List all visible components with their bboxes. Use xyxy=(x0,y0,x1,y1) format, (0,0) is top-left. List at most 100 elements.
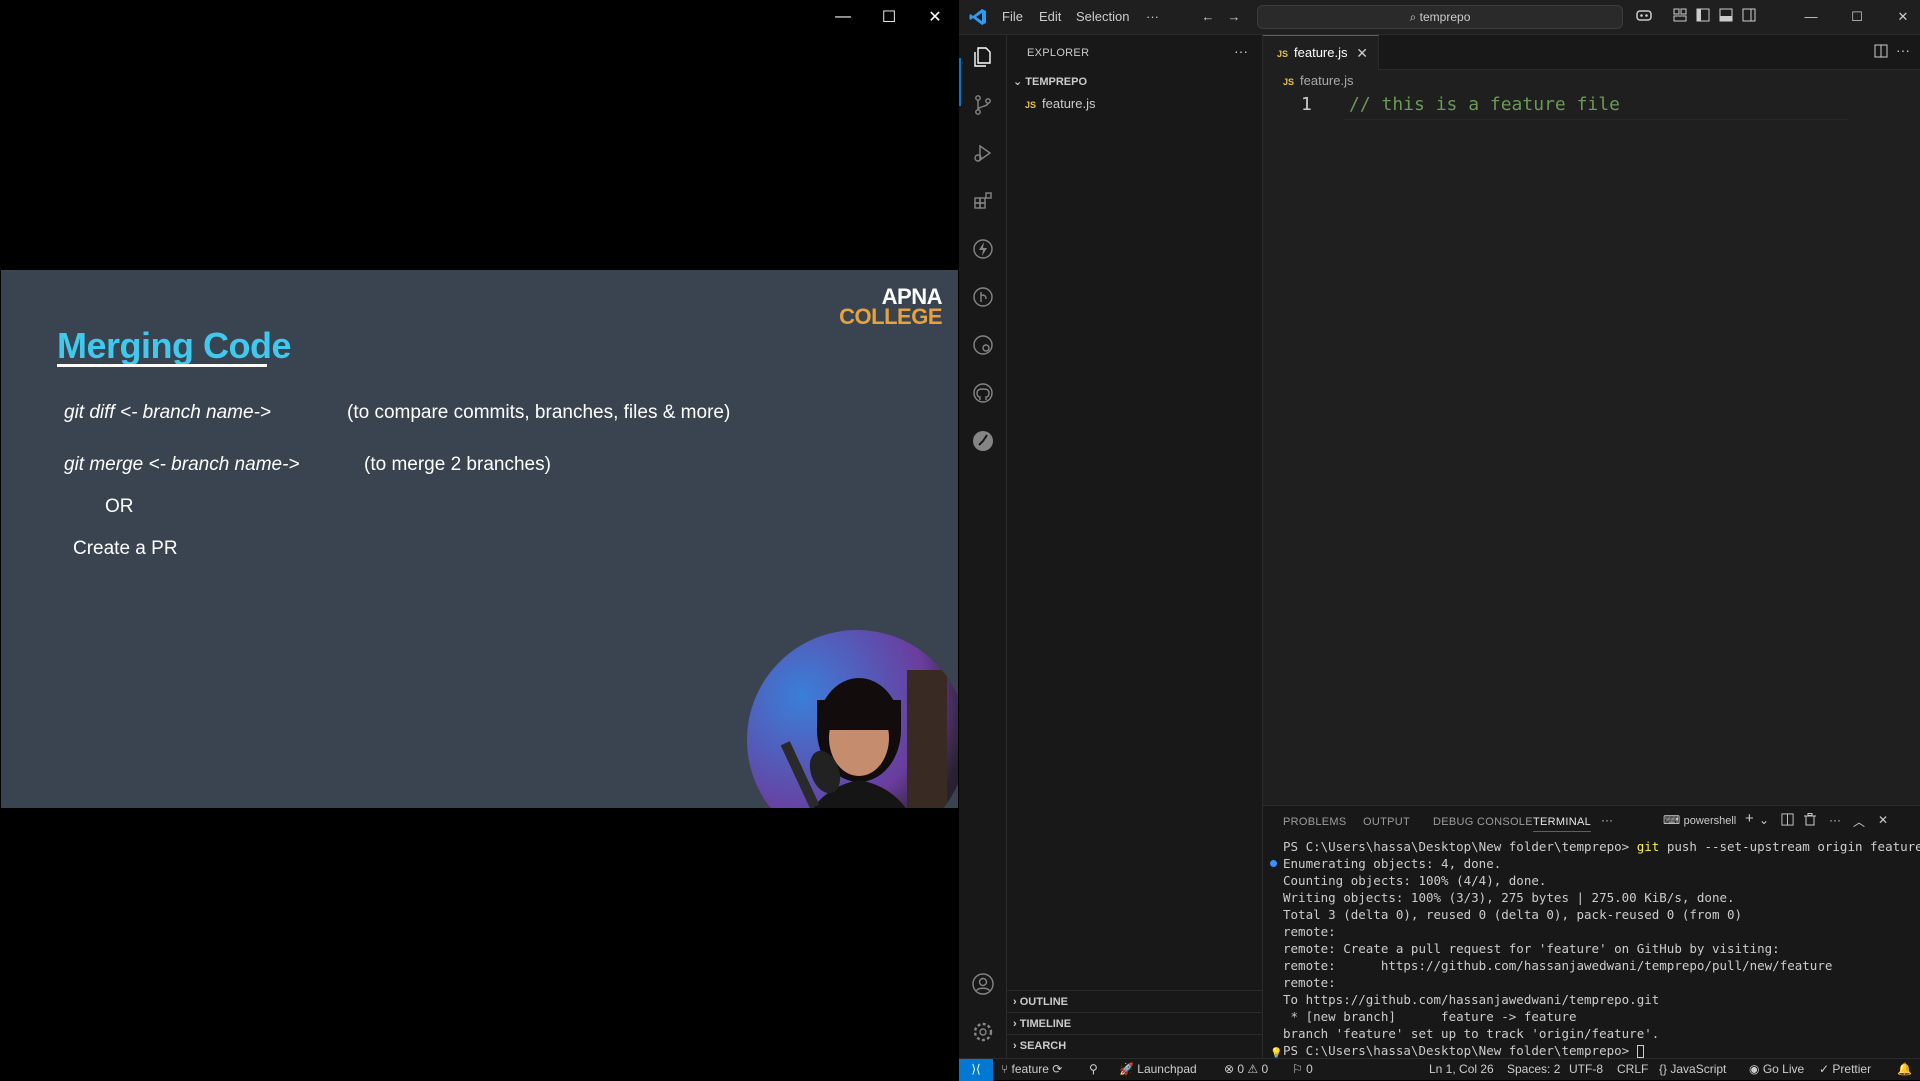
forward-arrow-icon[interactable]: → xyxy=(1225,8,1243,26)
toggle-primary-sidebar-icon[interactable] xyxy=(1694,8,1712,26)
command-center-search[interactable]: ⌕ temprepo xyxy=(1257,5,1623,29)
copilot-icon[interactable] xyxy=(1635,8,1653,26)
code-comment-line[interactable]: // this is a feature file xyxy=(1349,94,1620,115)
presenter-webcam xyxy=(747,630,958,808)
encoding[interactable]: UTF-8 xyxy=(1569,1059,1603,1080)
settings-gear-icon[interactable] xyxy=(971,1020,995,1044)
terminal-icon: ⌨ xyxy=(1663,813,1684,827)
menu-file[interactable]: File xyxy=(1002,9,1023,24)
tab-terminal[interactable]: TERMINAL xyxy=(1533,816,1592,832)
account-icon[interactable] xyxy=(971,972,995,996)
indentation[interactable]: Spaces: 2 xyxy=(1507,1059,1560,1080)
tab-feature-js[interactable]: JS feature.js ✕ xyxy=(1263,35,1379,70)
customize-layout-icon[interactable] xyxy=(1671,8,1689,26)
source-control-icon[interactable] xyxy=(971,93,995,117)
window-close-button[interactable]: ✕ xyxy=(912,0,958,34)
logo-line-2: COLLEGE xyxy=(839,304,942,329)
sync-icon: ⟳ xyxy=(1052,1062,1063,1076)
timeline-section[interactable]: › TIMELINE xyxy=(1007,1012,1263,1034)
cursor-position[interactable]: Ln 1, Col 26 xyxy=(1429,1059,1494,1080)
minimize-icon[interactable]: — xyxy=(1802,8,1820,26)
tab-problems[interactable]: PROBLEMS xyxy=(1283,816,1347,828)
window-minimize-button[interactable]: — xyxy=(820,0,866,34)
chevron-right-icon: › xyxy=(1013,996,1020,1008)
maximize-panel-icon[interactable]: ︿ xyxy=(1853,813,1865,830)
terminal-more-icon[interactable]: ··· xyxy=(1829,813,1841,827)
terminal-line: remote: https://github.com/hassanjawedwa… xyxy=(1283,958,1833,973)
create-pr-text: Create a PR xyxy=(73,538,178,559)
gitlens-inspect-icon[interactable] xyxy=(971,333,995,357)
panel-more-icon[interactable]: ··· xyxy=(1601,813,1613,827)
menu-edit[interactable]: Edit xyxy=(1039,9,1061,24)
breadcrumb[interactable]: JS feature.js xyxy=(1283,73,1354,88)
git-graph-icon[interactable] xyxy=(971,429,995,453)
error-count: 0 xyxy=(1237,1062,1245,1076)
shell-name: powershell xyxy=(1683,815,1737,827)
js-file-icon: JS xyxy=(1277,49,1289,59)
split-terminal-icon[interactable] xyxy=(1781,813,1794,829)
slide-title-underline xyxy=(57,364,267,367)
terminal-output[interactable]: PS C:\Users\hassa\Desktop\New folder\tem… xyxy=(1283,838,1920,1059)
language-label: JavaScript xyxy=(1670,1062,1727,1076)
js-file-icon: JS xyxy=(1283,77,1295,87)
window-maximize-button[interactable]: ☐ xyxy=(866,0,912,34)
terminal-cursor xyxy=(1636,1045,1644,1058)
toggle-panel-icon[interactable] xyxy=(1717,8,1735,26)
notifications-bell-icon[interactable]: 🔔 xyxy=(1897,1059,1912,1080)
new-terminal-icon[interactable]: + xyxy=(1745,810,1754,827)
line-ending[interactable]: CRLF xyxy=(1617,1059,1648,1080)
explorer-more-actions-icon[interactable]: ··· xyxy=(1234,43,1248,59)
maximize-icon[interactable]: ☐ xyxy=(1848,8,1866,26)
go-live-button[interactable]: ◉ Go Live xyxy=(1749,1059,1804,1080)
tab-output[interactable]: OUTPUT xyxy=(1363,816,1410,828)
ports-indicator[interactable]: ⚐ 0 xyxy=(1292,1059,1313,1080)
prettier-item[interactable]: ✓ Prettier xyxy=(1819,1059,1871,1080)
problems-indicator[interactable]: ⊗ 0 ⚠ 0 xyxy=(1224,1059,1268,1080)
branch-name: feature xyxy=(1011,1062,1049,1076)
terminal-shell-selector[interactable]: ⌨ powershell xyxy=(1663,813,1736,827)
terminal-line: Enumerating objects: 4, done. xyxy=(1283,856,1502,871)
run-debug-icon[interactable] xyxy=(971,141,995,165)
git-merge-description: (to merge 2 branches) xyxy=(364,454,551,475)
extensions-icon[interactable] xyxy=(971,189,995,213)
gitlens-icon[interactable] xyxy=(971,285,995,309)
editor-more-icon[interactable]: ··· xyxy=(1896,42,1910,58)
branch-indicator[interactable]: ⑂ feature ⟳ xyxy=(1001,1059,1062,1080)
explorer-header: EXPLORER xyxy=(1027,47,1090,59)
folder-name: TEMPREPO xyxy=(1025,76,1088,88)
remote-indicator-icon[interactable]: ⟩⟨ xyxy=(959,1059,993,1081)
explorer-icon[interactable] xyxy=(971,45,995,69)
ports-count: 0 xyxy=(1306,1062,1313,1076)
line-number: 1 xyxy=(1301,94,1312,115)
terminal-prompt: PS C:\Users\hassa\Desktop\New folder\tem… xyxy=(1283,839,1630,854)
kill-terminal-icon[interactable] xyxy=(1804,813,1816,829)
tab-close-icon[interactable]: ✕ xyxy=(1356,36,1368,70)
vscode-window: File Edit Selection ··· ← → ⌕ temprepo —… xyxy=(959,0,1920,1081)
broadcast-icon: ◉ xyxy=(1749,1062,1763,1076)
launchpad-label: Launchpad xyxy=(1137,1062,1197,1076)
language-mode[interactable]: {} JavaScript xyxy=(1659,1059,1726,1080)
git-diff-description: (to compare commits, branches, files & m… xyxy=(347,402,731,423)
terminal-dropdown-icon[interactable]: ⌄ xyxy=(1759,813,1769,827)
slide: Merging Code APNA COLLEGE git diff <- br… xyxy=(1,270,958,808)
github-icon[interactable] xyxy=(971,381,995,405)
menu-selection[interactable]: Selection xyxy=(1076,9,1129,24)
tab-debug-console[interactable]: DEBUG CONSOLE xyxy=(1433,816,1533,828)
back-arrow-icon[interactable]: ← xyxy=(1199,8,1217,26)
outline-section[interactable]: › OUTLINE xyxy=(1007,990,1263,1012)
split-editor-icon[interactable] xyxy=(1874,44,1888,61)
ports-icon: ⚐ xyxy=(1292,1062,1307,1076)
git-graph-status-icon[interactable]: ⚲ xyxy=(1089,1059,1098,1080)
toggle-secondary-sidebar-icon[interactable] xyxy=(1740,8,1758,26)
folder-temprepo[interactable]: ⌄ TEMPREPO xyxy=(1007,71,1263,93)
close-panel-icon[interactable]: ✕ xyxy=(1878,813,1888,827)
launchpad-item[interactable]: 🚀 Launchpad xyxy=(1119,1059,1197,1080)
file-item-feature-js[interactable]: JS feature.js xyxy=(1007,93,1263,115)
thunder-client-icon[interactable] xyxy=(971,237,995,261)
terminal-line: remote: Create a pull request for 'featu… xyxy=(1283,941,1780,956)
tab-label: feature.js xyxy=(1294,45,1348,60)
close-icon[interactable]: ✕ xyxy=(1894,8,1912,26)
outline-label: OUTLINE xyxy=(1019,996,1069,1008)
search-section[interactable]: › SEARCH xyxy=(1007,1034,1263,1056)
menu-more[interactable]: ··· xyxy=(1146,9,1159,24)
